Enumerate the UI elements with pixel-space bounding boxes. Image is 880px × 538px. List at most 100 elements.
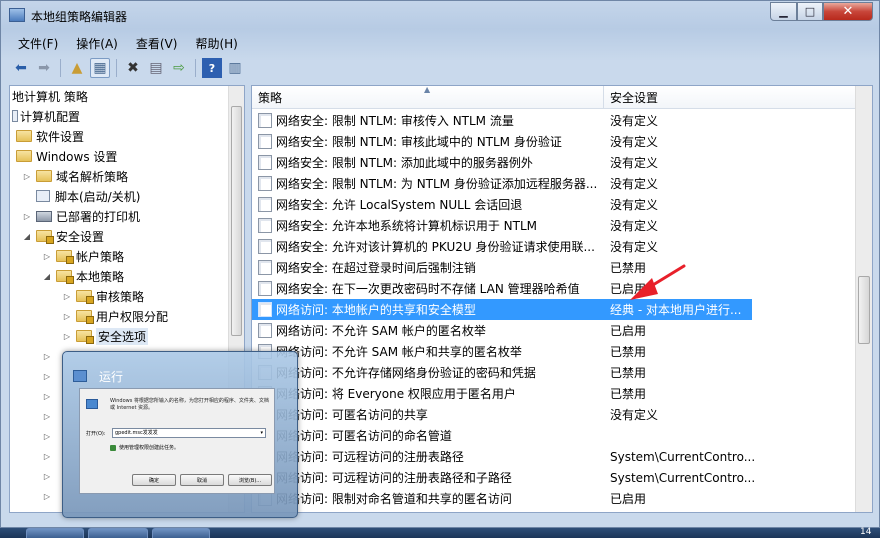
tree-item-hidden[interactable]: ▷ xyxy=(42,386,52,406)
tree-item-hidden[interactable]: ▷ xyxy=(42,486,52,506)
expand-arrow-icon[interactable]: ▷ xyxy=(22,212,32,221)
maximize-button[interactable]: □ xyxy=(797,2,823,21)
export-list-icon[interactable]: ⇨ xyxy=(169,58,189,78)
forward-arrow-icon[interactable]: ➡ xyxy=(34,58,54,78)
tree-item-printers[interactable]: ▷ 已部署的打印机 xyxy=(22,206,140,226)
expand-arrow-icon[interactable]: ▷ xyxy=(62,312,72,321)
taskbar: 14 xyxy=(0,527,880,538)
toolbar-separator xyxy=(60,59,61,77)
policy-row[interactable]: 网络访问: 可远程访问的注册表路径 System\CurrentContro... xyxy=(252,446,856,467)
tree-item-security-options[interactable]: ▷ 安全选项 xyxy=(62,326,149,346)
menu-view[interactable]: 查看(V) xyxy=(127,33,187,53)
tree-item-security-settings[interactable]: ◢ 安全设置 xyxy=(22,226,104,246)
policy-row[interactable]: 网络访问: 可匿名访问的共享 没有定义 xyxy=(252,404,856,425)
column-header-security-setting[interactable]: 安全设置 xyxy=(604,86,857,109)
policy-row[interactable]: 网络访问: 可匿名访问的命名管道 xyxy=(252,425,856,446)
policy-icon xyxy=(258,155,272,170)
toolbar: ⬅ ➡ ▲ ▦ ✖ ▤ ⇨ ? ▥ xyxy=(9,55,873,81)
tree-scroll-thumb[interactable] xyxy=(231,106,242,336)
show-hide-tree-icon[interactable]: ▦ xyxy=(90,58,110,78)
menu-file[interactable]: 文件(F) xyxy=(9,33,67,53)
annotation-arrow-icon xyxy=(630,264,686,300)
toolbar-separator xyxy=(195,59,196,77)
tree-item-hidden[interactable]: ▷ xyxy=(42,426,52,446)
policy-row[interactable]: 网络访问: 不允许存储网络身份验证的密码和凭据 已禁用 xyxy=(252,362,856,383)
script-icon xyxy=(36,190,50,202)
menu-bar: 文件(F) 操作(A) 查看(V) 帮助(H) xyxy=(9,33,873,53)
title-bar[interactable]: 本地组策略编辑器 ▁ □ ✕ xyxy=(1,1,879,31)
policy-row[interactable]: 网络安全: 允许本地系统将计算机标识用于 NTLM 没有定义 xyxy=(252,215,856,236)
dropdown-arrow-icon[interactable]: ▾ xyxy=(260,429,263,437)
taskbar-button[interactable] xyxy=(88,528,148,538)
taskbar-button[interactable] xyxy=(152,528,210,538)
expand-arrow-icon[interactable]: ▷ xyxy=(62,292,72,301)
tree-item-software-settings[interactable]: 软件设置 xyxy=(16,126,84,146)
tree-item-account-policies[interactable]: ▷ 帐户策略 xyxy=(42,246,124,266)
taskbar-clock[interactable]: 14 xyxy=(860,527,871,537)
cancel-button[interactable]: 取消 xyxy=(180,474,224,486)
tree-item-computer-config[interactable]: 计算机配置 xyxy=(12,106,80,126)
help-icon[interactable]: ? xyxy=(202,58,222,78)
run-description: Windows 将根据您所输入的名称，为您打开相应的程序、文件夹、文档或 Int… xyxy=(110,398,269,411)
security-folder-icon xyxy=(76,330,94,344)
tree-item-local-policies[interactable]: ◢ 本地策略 xyxy=(42,266,124,286)
tree-item-windows-settings[interactable]: Windows 设置 xyxy=(16,146,117,166)
policy-row[interactable]: 网络安全: 在下一次更改密码时不存储 LAN 管理器哈希值 已启用 xyxy=(252,278,856,299)
policy-icon xyxy=(258,218,272,233)
delete-icon[interactable]: ✖ xyxy=(123,58,143,78)
tree-item-hidden[interactable]: ▷ xyxy=(42,406,52,426)
policy-icon xyxy=(258,260,272,275)
tree-item-scripts[interactable]: 脚本(启动/关机) xyxy=(22,186,140,206)
policy-row[interactable]: 网络安全: 在超过登录时间后强制注销 已禁用 xyxy=(252,257,856,278)
ok-button[interactable]: 确定 xyxy=(132,474,176,486)
up-folder-icon[interactable]: ▲ xyxy=(67,58,87,78)
back-arrow-icon[interactable]: ⬅ xyxy=(11,58,31,78)
policy-icon xyxy=(258,113,272,128)
policy-row[interactable]: 网络安全: 限制 NTLM: 审核此域中的 NTLM 身份验证 没有定义 xyxy=(252,131,856,152)
list-scrollbar[interactable] xyxy=(855,86,872,512)
tree-item-hidden[interactable]: ▷ xyxy=(42,346,52,366)
run-dialog: 运行 Windows 将根据您所输入的名称，为您打开相应的程序、文件夹、文档或 … xyxy=(62,351,298,518)
policy-row[interactable]: 网络安全: 限制 NTLM: 审核传入 NTLM 流量 没有定义 xyxy=(252,110,856,131)
policy-row[interactable]: 网络安全: 允许对该计算机的 PKU2U 身份验证请求使用联... 没有定义 xyxy=(252,236,856,257)
run-icon xyxy=(73,370,87,382)
policy-row[interactable]: 网络访问: 将 Everyone 权限应用于匿名用户 已禁用 xyxy=(252,383,856,404)
browse-button[interactable]: 浏览(B)... xyxy=(228,474,272,486)
policy-row[interactable]: 网络访问: 限制对命名管道和共享的匿名访问 已启用 xyxy=(252,488,856,509)
shield-icon xyxy=(110,444,116,451)
policy-row[interactable]: 网络安全: 允许 LocalSystem NULL 会话回退 没有定义 xyxy=(252,194,856,215)
window-title: 本地组策略编辑器 xyxy=(31,10,128,24)
expand-arrow-icon[interactable]: ▷ xyxy=(62,332,72,341)
show-action-pane-icon[interactable]: ▥ xyxy=(225,58,245,78)
menu-help[interactable]: 帮助(H) xyxy=(186,33,246,53)
run-command-input[interactable]: gpedit.msc发发发 ▾ xyxy=(112,428,266,438)
tree-item-hidden[interactable]: ▷ xyxy=(42,366,52,386)
folder-icon xyxy=(36,170,52,182)
policy-row[interactable]: 网络访问: 可远程访问的注册表路径和子路径 System\CurrentContr… xyxy=(252,467,856,488)
taskbar-button[interactable] xyxy=(26,528,84,538)
tree-item-hidden[interactable]: ▷ xyxy=(42,466,52,486)
minimize-button[interactable]: ▁ xyxy=(770,2,797,21)
collapse-arrow-icon[interactable]: ◢ xyxy=(22,232,32,241)
column-header-policy[interactable]: ▲ 策略 xyxy=(252,86,604,109)
sort-ascending-icon: ▲ xyxy=(424,85,431,94)
menu-action[interactable]: 操作(A) xyxy=(67,33,127,53)
expand-arrow-icon[interactable]: ▷ xyxy=(22,172,32,181)
minimize-icon: ▁ xyxy=(779,5,788,18)
folder-icon xyxy=(16,130,32,142)
run-dialog-title: 运行 xyxy=(99,370,124,384)
close-button[interactable]: ✕ xyxy=(823,2,873,21)
tree-item-audit-policy[interactable]: ▷ 审核策略 xyxy=(62,286,144,306)
policy-row[interactable]: 网络访问: 不允许 SAM 帐户的匿名枚举 已启用 xyxy=(252,320,856,341)
policy-row[interactable]: 网络安全: 限制 NTLM: 添加此域中的服务器例外 没有定义 xyxy=(252,152,856,173)
properties-icon[interactable]: ▤ xyxy=(146,58,166,78)
tree-item-hidden[interactable]: ▷ xyxy=(42,446,52,466)
expand-arrow-icon[interactable]: ▷ xyxy=(42,252,52,261)
tree-item-name-resolution[interactable]: ▷ 域名解析策略 xyxy=(22,166,128,186)
policy-row[interactable]: 网络访问: 不允许 SAM 帐户和共享的匿名枚举 已禁用 xyxy=(252,341,856,362)
collapse-arrow-icon[interactable]: ◢ xyxy=(42,272,52,281)
tree-header[interactable]: 地计算机 策略 xyxy=(12,86,88,106)
tree-item-user-rights[interactable]: ▷ 用户权限分配 xyxy=(62,306,168,326)
list-scroll-thumb[interactable] xyxy=(858,276,870,344)
policy-row[interactable]: 网络安全: 限制 NTLM: 为 NTLM 身份验证添加远程服务器... 没有定义 xyxy=(252,173,856,194)
